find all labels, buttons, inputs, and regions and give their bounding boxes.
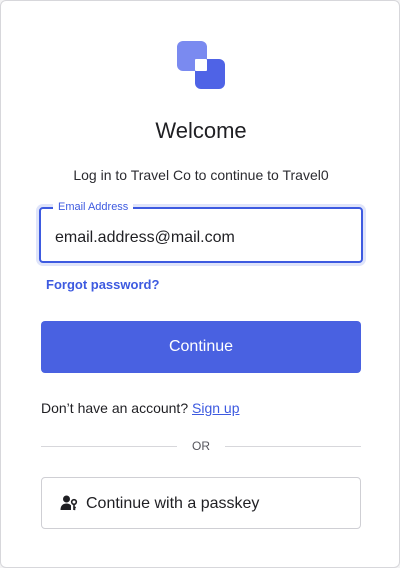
signup-prompt: Don’t have an account? Sign up [41,399,239,417]
person-key-icon [60,495,78,511]
passkey-button-label: Continue with a passkey [86,495,260,512]
signup-prompt-text: Don’t have an account? [41,400,189,416]
or-divider: OR [41,437,361,455]
email-field[interactable]: Email Address [39,200,363,263]
passkey-button[interactable]: Continue with a passkey [41,477,361,529]
signup-link[interactable]: Sign up [192,400,239,416]
page-title: Welcome [155,118,247,143]
page-subtitle: Log in to Travel Co to continue to Trave… [73,167,329,183]
email-input[interactable] [41,209,361,261]
travel-co-logo [177,41,225,89]
divider-line-right [225,446,361,447]
continue-button[interactable]: Continue [41,321,361,373]
forgot-password-link[interactable]: Forgot password? [46,277,159,293]
login-card: Welcome Log in to Travel Co to continue … [0,0,400,568]
